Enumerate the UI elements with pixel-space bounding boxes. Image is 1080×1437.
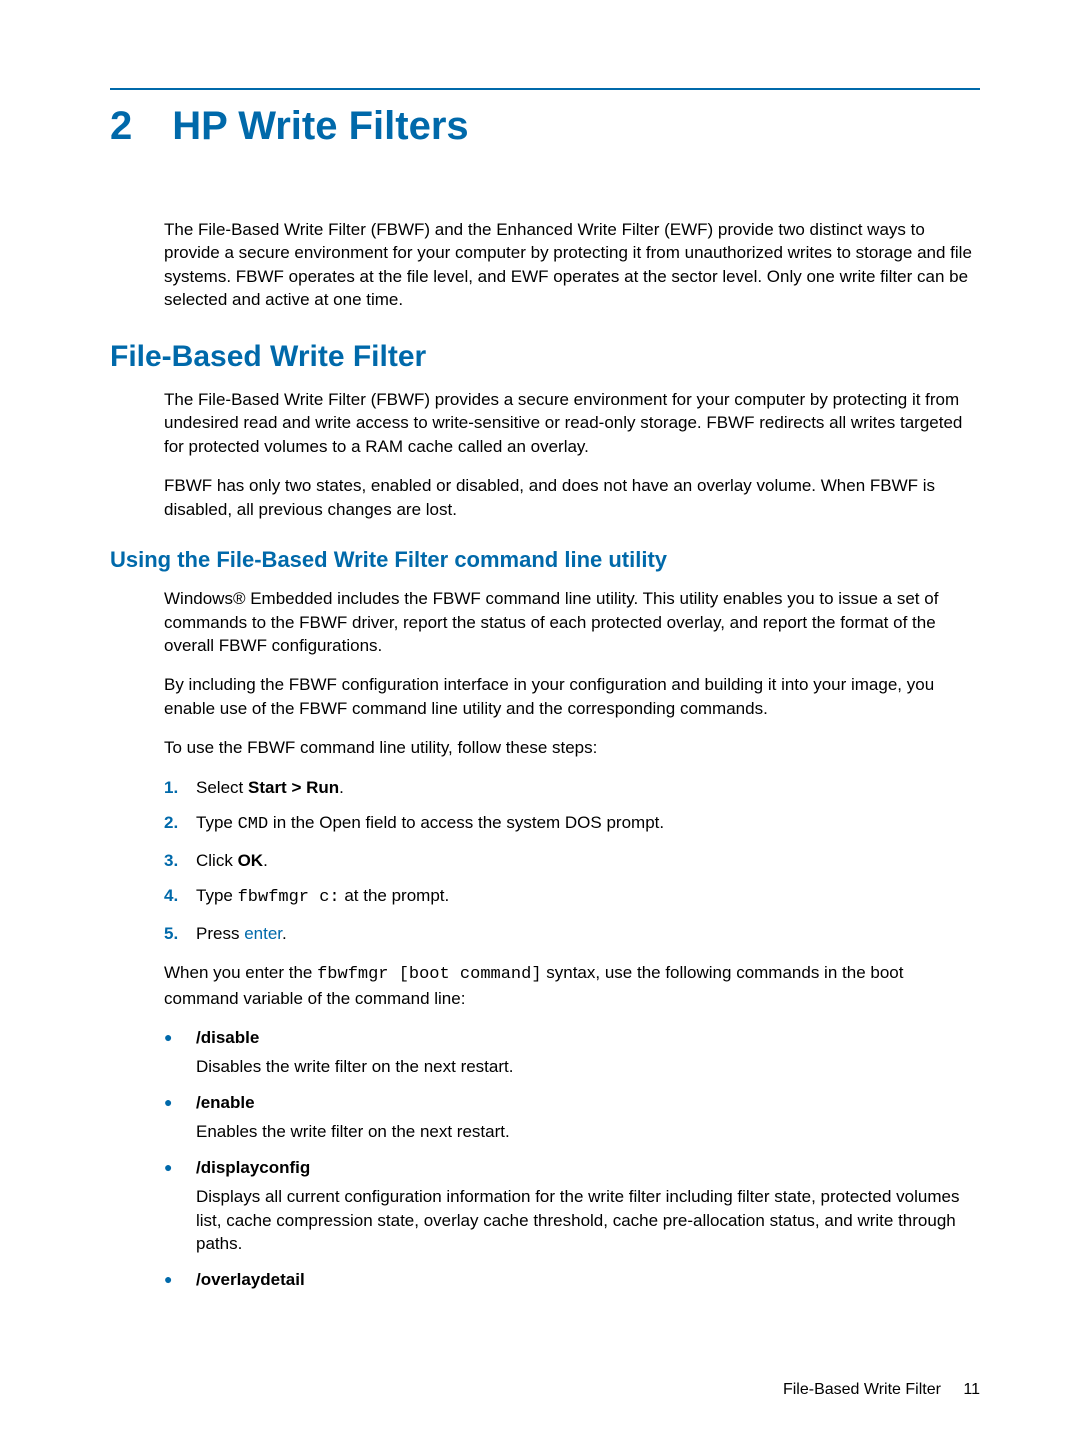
step-text: Type fbwfmgr c: at the prompt.	[196, 884, 449, 909]
intro-block: The File-Based Write Filter (FBWF) and t…	[164, 218, 980, 312]
command-disable: ●/disable Disables the write filter on t…	[164, 1026, 980, 1079]
section2-p2: By including the FBWF configuration inte…	[164, 673, 980, 720]
section-heading-fbwf: File-Based Write Filter	[110, 340, 980, 374]
command-enable: ●/enable Enables the write filter on the…	[164, 1091, 980, 1144]
section2-p3: To use the FBWF command line utility, fo…	[164, 736, 980, 759]
section-heading-cmdline: Using the File-Based Write Filter comman…	[110, 547, 980, 573]
page-number: 11	[963, 1381, 980, 1398]
code-cmd: CMD	[238, 815, 269, 834]
ui-button: OK	[238, 851, 264, 870]
command-name: /overlaydetail	[196, 1268, 305, 1291]
step-5: 5. Press enter.	[164, 922, 980, 945]
command-name: /enable	[196, 1091, 255, 1114]
command-desc: Displays all current configuration infor…	[196, 1185, 980, 1255]
step-num: 5.	[164, 922, 196, 945]
section1-body: The File-Based Write Filter (FBWF) provi…	[164, 388, 980, 521]
page: 2 HP Write Filters The File-Based Write …	[0, 0, 1080, 1437]
steps-list: 1. Select Start > Run. 2. Type CMD in th…	[164, 776, 980, 945]
step-2: 2. Type CMD in the Open field to access …	[164, 811, 980, 836]
intro-paragraph: The File-Based Write Filter (FBWF) and t…	[164, 218, 980, 312]
command-desc: Enables the write filter on the next res…	[196, 1120, 980, 1143]
step-num: 1.	[164, 776, 196, 799]
command-name: /displayconfig	[196, 1156, 310, 1179]
keyboard-key: enter	[244, 924, 282, 943]
step-text: Type CMD in the Open field to access the…	[196, 811, 664, 836]
chapter-heading: 2 HP Write Filters	[110, 106, 980, 146]
step-text: Click OK.	[196, 849, 268, 872]
footer-section-label: File-Based Write Filter	[783, 1381, 941, 1398]
chapter-title: HP Write Filters	[172, 106, 468, 146]
command-overlaydetail: ●/overlaydetail	[164, 1268, 980, 1291]
step-4: 4. Type fbwfmgr c: at the prompt.	[164, 884, 980, 909]
bullet-icon: ●	[164, 1156, 196, 1178]
command-name: /disable	[196, 1026, 259, 1049]
step-text: Select Start > Run.	[196, 776, 344, 799]
chapter-number: 2	[110, 106, 132, 146]
step-3: 3. Click OK.	[164, 849, 980, 872]
commands-list: ●/disable Disables the write filter on t…	[164, 1026, 980, 1291]
step-num: 2.	[164, 811, 196, 834]
top-rule	[110, 88, 980, 90]
section1-p2: FBWF has only two states, enabled or dis…	[164, 474, 980, 521]
bullet-icon: ●	[164, 1091, 196, 1113]
section2-p1: Windows® Embedded includes the FBWF comm…	[164, 587, 980, 657]
section2-body: Windows® Embedded includes the FBWF comm…	[164, 587, 980, 760]
ui-path: Start > Run	[248, 778, 339, 797]
after-steps: When you enter the fbwfmgr [boot command…	[164, 961, 980, 1010]
step-num: 4.	[164, 884, 196, 907]
step-text: Press enter.	[196, 922, 287, 945]
page-footer: File-Based Write Filter 11	[783, 1381, 980, 1399]
after-steps-paragraph: When you enter the fbwfmgr [boot command…	[164, 961, 980, 1010]
bullet-icon: ●	[164, 1026, 196, 1048]
step-num: 3.	[164, 849, 196, 872]
code-cmd: fbwfmgr c:	[238, 888, 340, 907]
step-1: 1. Select Start > Run.	[164, 776, 980, 799]
bullet-icon: ●	[164, 1268, 196, 1290]
section1-p1: The File-Based Write Filter (FBWF) provi…	[164, 388, 980, 458]
command-desc: Disables the write filter on the next re…	[196, 1055, 980, 1078]
code-syntax: fbwfmgr [boot command]	[317, 965, 541, 984]
command-displayconfig: ●/displayconfig Displays all current con…	[164, 1156, 980, 1256]
